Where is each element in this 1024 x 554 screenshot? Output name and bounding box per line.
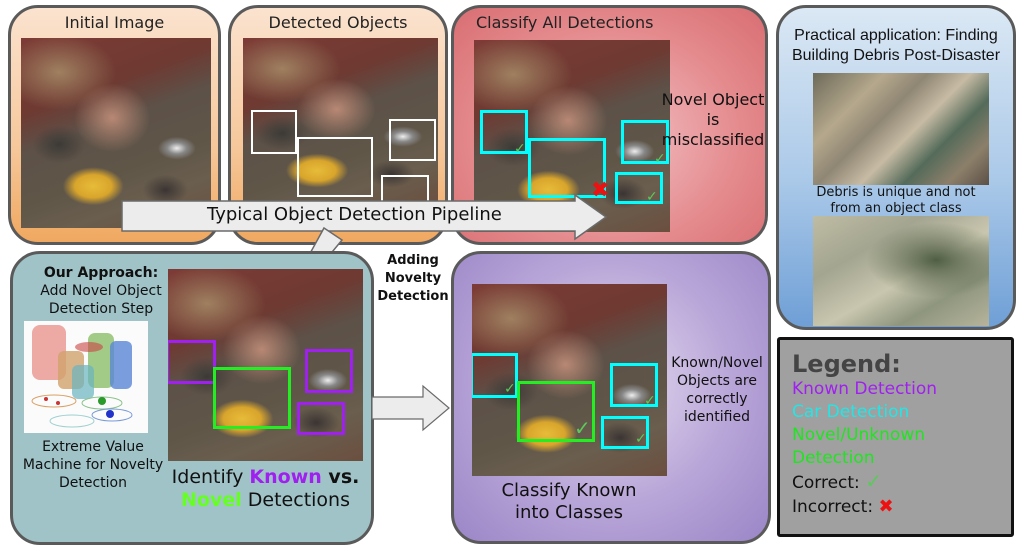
- practical-title: Practical application: Finding Building …: [791, 27, 1001, 64]
- panel-title: Detected Objects: [268, 13, 408, 32]
- known-detection-box: [297, 402, 345, 435]
- detection-box: [251, 110, 297, 154]
- known-detection-box: [305, 349, 353, 393]
- identify-caption: Identify Known vs. Novel Detections: [171, 466, 360, 511]
- legend-item-novel: Novel/Unknown: [792, 425, 926, 445]
- detection-box: [297, 137, 373, 197]
- aerial-image: [243, 38, 438, 208]
- approach-heading: Our Approach:: [43, 265, 159, 281]
- legend-item-car: Car Detection: [792, 402, 910, 422]
- legend: Legend: Known Detection Car Detection No…: [777, 337, 1014, 537]
- check-icon: ✓: [574, 416, 591, 440]
- check-icon: ✓: [654, 151, 666, 167]
- evm-caption: Extreme Value Machine for Novelty Detect…: [22, 439, 164, 491]
- classify-known-caption: Classify Known into Classes: [501, 480, 637, 523]
- our-approach-panel: Our Approach: Add Novel Object Detection…: [10, 251, 374, 545]
- aerial-image: ✓ ✓ ✓ ✓: [472, 284, 667, 476]
- check-icon: ✓: [865, 469, 882, 493]
- evm-plot-image: [24, 321, 148, 433]
- legend-incorrect: Incorrect: ✖: [792, 496, 894, 517]
- correctly-identified-note: Known/Novel Objects are correctly identi…: [671, 355, 763, 425]
- check-icon: ✓: [514, 141, 526, 157]
- legend-correct: Correct: ✓: [792, 469, 882, 494]
- debris-caption: Debris is unique and not from an object …: [816, 185, 976, 216]
- check-icon: ✓: [646, 189, 658, 205]
- pipeline-label: Typical Object Detection Pipeline: [207, 204, 502, 225]
- check-icon: ✓: [504, 381, 516, 397]
- misclassified-note: Novel Object is misclassified: [661, 90, 765, 149]
- panel-title: Initial Image: [64, 13, 165, 32]
- detection-box: [389, 119, 436, 161]
- panel-title: Classify All Detections: [476, 13, 654, 32]
- known-detection-box: [168, 340, 216, 384]
- cross-icon: ✖: [878, 496, 894, 517]
- legend-item-novel-cont: Detection: [792, 448, 875, 468]
- aerial-image: [168, 269, 363, 461]
- classify-known-panel: ✓ ✓ ✓ ✓ Known/Novel Objects are correctl…: [451, 251, 771, 544]
- debris-aerial-photo: [813, 73, 989, 185]
- novelty-label: Adding Novelty Detection: [377, 253, 449, 304]
- practical-application-panel: Practical application: Finding Building …: [776, 5, 1016, 330]
- debris-satellite-photo: [813, 216, 989, 326]
- check-icon: ✓: [644, 393, 656, 409]
- approach-subtitle: Add Novel Object Detection Step: [40, 283, 162, 317]
- novel-detection-box: [213, 367, 291, 429]
- legend-item-known: Known Detection: [792, 379, 937, 399]
- check-icon: ✓: [635, 431, 647, 447]
- legend-title: Legend:: [792, 350, 901, 378]
- to-classify-arrow: [371, 384, 450, 432]
